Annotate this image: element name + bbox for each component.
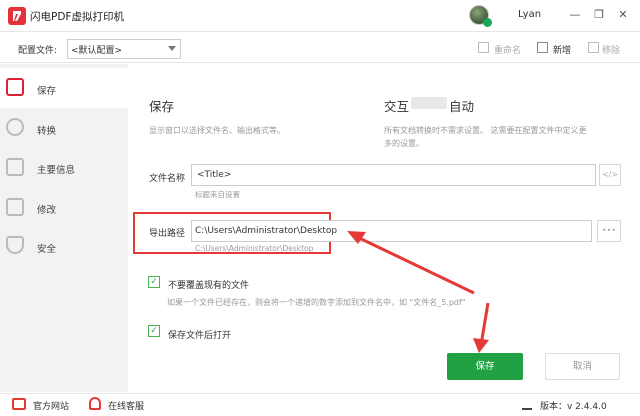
online-support-link[interactable]: 在线客服 [108, 399, 144, 412]
close-button[interactable]: ✕ [616, 8, 630, 22]
filename-label: 文件名称 [149, 174, 186, 184]
arrow-to-save-head [473, 338, 489, 353]
new-config-button[interactable]: 新增 [553, 43, 571, 56]
rename-button[interactable]: 重命名 [494, 43, 521, 56]
save-icon [6, 78, 24, 96]
chevron-down-icon [168, 46, 176, 51]
sidebar-item-label: 修改 [37, 205, 57, 216]
arrow-to-path-line [352, 233, 475, 295]
no-overwrite-desc: 如果一个文件已经存在，则会将一个递增的数字添加到文件名中，如 "文件名_5.pd… [167, 298, 466, 307]
minimize-button[interactable]: — [568, 8, 582, 22]
save-mode-desc: 显示窗口以选择文件名、输出格式等。 [149, 126, 285, 135]
sidebar-item-label: 安全 [37, 244, 57, 255]
convert-icon [6, 118, 24, 136]
app-title: 闪电PDF虚拟打印机 [30, 11, 124, 23]
blurred-region [411, 97, 447, 109]
shield-icon [6, 236, 24, 254]
edit-icon [6, 198, 24, 216]
auto-mode-title[interactable]: 自动 [449, 96, 474, 115]
plus-icon[interactable] [537, 42, 548, 53]
browse-button[interactable]: ••• [597, 220, 621, 242]
support-icon [89, 397, 101, 410]
filename-input[interactable] [191, 164, 596, 186]
auto-mode-desc-1: 所有文档转换时不需求设置。 这需要在配置文件中定义更 [384, 126, 587, 135]
restore-button[interactable]: ❐ [592, 8, 606, 22]
path-hint: C:\Users\Administrator\Desktop [195, 244, 314, 253]
official-website-link[interactable]: 官方网站 [33, 399, 69, 412]
app-logo-icon [8, 7, 26, 25]
sidebar-item-label: 转换 [37, 126, 57, 137]
open-after-checkbox[interactable]: ✓ [148, 325, 160, 337]
interactive-mode-title[interactable]: 交互 [384, 96, 409, 115]
config-label: 配置文件: [18, 46, 58, 56]
sidebar-item-label: 保存 [37, 86, 57, 97]
path-label: 导出路径 [149, 229, 186, 239]
info-icon [6, 158, 24, 176]
rename-icon[interactable] [478, 42, 489, 53]
filename-value: <Title> [197, 170, 232, 180]
config-select-value: <默认配置> [71, 46, 123, 56]
trash-icon[interactable] [588, 42, 599, 53]
user-name[interactable]: Lyan [518, 9, 541, 20]
auto-mode-desc-2: 多的设置。 [384, 139, 424, 148]
token-button[interactable]: </> [599, 164, 621, 186]
home-icon [12, 398, 26, 410]
save-button[interactable]: 保存 [447, 353, 523, 380]
version-label: 版本：v 2.4.4.0 [540, 402, 607, 412]
delete-config-button[interactable]: 移除 [602, 43, 620, 56]
sidebar-item-label: 主要信息 [37, 165, 76, 176]
cancel-button[interactable]: 取消 [545, 353, 620, 380]
open-after-label: 保存文件后打开 [168, 331, 232, 341]
filename-hint: 标题来自设置 [195, 190, 240, 199]
arrow-to-save-line [479, 302, 490, 346]
path-value: C:\Users\Administrator\Desktop [195, 226, 338, 236]
save-mode-title[interactable]: 保存 [149, 96, 174, 115]
avatar-badge [483, 18, 492, 27]
no-overwrite-label: 不要覆盖现有的文件 [168, 281, 250, 291]
download-icon [522, 398, 532, 410]
no-overwrite-checkbox[interactable]: ✓ [148, 276, 160, 288]
